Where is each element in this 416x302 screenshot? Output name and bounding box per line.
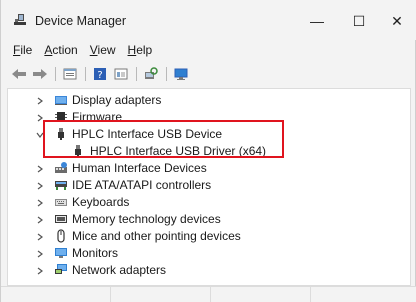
highlight-box: [43, 120, 284, 158]
network-adapter-icon: [55, 264, 67, 274]
tree-item-human-interface-devices[interactable]: Human Interface Devices: [8, 160, 410, 177]
minimize-button[interactable]: —: [299, 8, 335, 34]
back-button[interactable]: [9, 65, 29, 83]
tree-item-keyboards[interactable]: Keyboards: [8, 194, 410, 211]
back-arrow-icon: [12, 69, 26, 79]
hid-icon: [55, 162, 67, 173]
menu-bar: File Action View Help: [1, 40, 416, 60]
tree-item-label: Keyboards: [72, 195, 130, 209]
keyboard-icon: [55, 199, 67, 206]
memory-icon: [55, 215, 67, 223]
help-icon: ?: [94, 68, 106, 81]
chevron-right-icon[interactable]: [35, 92, 45, 109]
monitor-icon: [174, 68, 188, 80]
tree-item-label: Memory technology devices: [72, 212, 221, 226]
chevron-right-icon[interactable]: [35, 194, 45, 211]
menu-help-label: elp: [136, 43, 153, 57]
monitor-icon: [55, 248, 67, 258]
minimize-icon: —: [310, 13, 324, 29]
tree-item-network-adapters[interactable]: Network adapters: [8, 262, 410, 279]
scan-hardware-button[interactable]: [141, 65, 161, 83]
toolbar-separator: [85, 67, 86, 81]
menu-view-label: iew: [97, 43, 116, 57]
status-bar: [1, 286, 416, 302]
menu-file[interactable]: File: [8, 43, 37, 57]
toolbar-separator: [166, 67, 167, 81]
chevron-right-icon[interactable]: [35, 160, 45, 177]
tree-item-label: Mice and other pointing devices: [72, 229, 241, 243]
show-hidden-button[interactable]: [111, 65, 131, 83]
device-tree[interactable]: Display adapters Firmware HPLC Interface…: [7, 88, 411, 286]
monitor-button[interactable]: [171, 65, 191, 83]
toolbar: ?: [1, 62, 416, 86]
menu-view[interactable]: View: [85, 43, 121, 57]
tree-item-label: Human Interface Devices: [72, 161, 207, 175]
mouse-icon: [57, 229, 65, 243]
tree-item-memory-technology-devices[interactable]: Memory technology devices: [8, 211, 410, 228]
forward-button[interactable]: [30, 65, 50, 83]
device-manager-app-icon: [14, 14, 26, 25]
chevron-right-icon[interactable]: [35, 245, 45, 262]
window-title: Device Manager: [35, 14, 127, 28]
maximize-icon: ☐: [352, 12, 366, 29]
help-button[interactable]: ?: [90, 65, 110, 83]
tree-item-ide-ata-atapi-controllers[interactable]: IDE ATA/ATAPI controllers: [8, 177, 410, 194]
status-cell: [211, 287, 311, 302]
chevron-right-icon[interactable]: [35, 211, 45, 228]
tree-item-label: Network adapters: [72, 263, 167, 277]
chevron-right-icon[interactable]: [35, 262, 45, 279]
tree-item-monitors[interactable]: Monitors: [8, 245, 410, 262]
properties-icon: [63, 68, 77, 80]
display-adapter-icon: [55, 96, 67, 105]
ide-controller-icon: [55, 181, 67, 190]
show-hidden-icon: [114, 68, 128, 80]
menu-help[interactable]: Help: [123, 43, 158, 57]
menu-action[interactable]: Action: [39, 43, 82, 57]
close-icon: ✕: [391, 12, 403, 29]
chevron-right-icon[interactable]: [35, 177, 45, 194]
status-cell: [1, 287, 111, 302]
scan-hardware-icon: [145, 67, 158, 79]
chevron-right-icon[interactable]: [35, 228, 45, 245]
menu-action-label: ction: [52, 43, 78, 57]
menu-view-accesskey: V: [89, 43, 98, 57]
menu-help-accesskey: H: [127, 43, 137, 57]
maximize-button[interactable]: ☐: [341, 8, 377, 34]
properties-button[interactable]: [60, 65, 80, 83]
title-bar[interactable]: Device Manager — ☐ ✕: [1, 0, 416, 40]
tree-item-label: Display adapters: [72, 93, 162, 107]
tree-item-mice-and-other-pointing-devices[interactable]: Mice and other pointing devices: [8, 228, 410, 245]
tree-item-label: Monitors: [72, 246, 119, 260]
menu-file-label: ile: [20, 43, 33, 57]
toolbar-separator: [55, 67, 56, 81]
device-manager-window: Device Manager — ☐ ✕ File Action View He…: [0, 0, 416, 302]
status-cell: [111, 287, 211, 302]
toolbar-separator: [136, 67, 137, 81]
forward-arrow-icon: [33, 69, 47, 79]
close-button[interactable]: ✕: [379, 8, 415, 34]
tree-item-label: IDE ATA/ATAPI controllers: [72, 178, 212, 192]
tree-item-display-adapters[interactable]: Display adapters: [8, 92, 410, 109]
svg-text:?: ?: [97, 70, 102, 81]
